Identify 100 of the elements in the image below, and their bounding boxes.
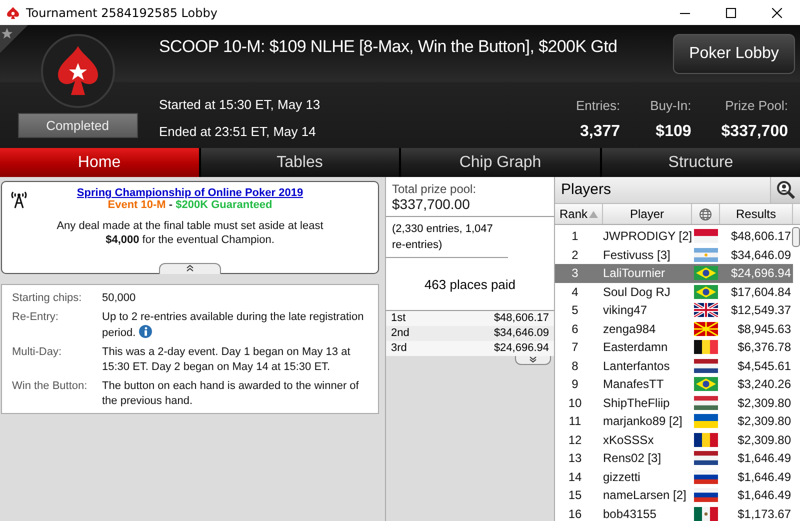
column-header[interactable]: Rank (555, 204, 603, 224)
player-name: marjanko89 [2] (602, 414, 684, 428)
broadcast-tower-icon (10, 189, 28, 209)
spade-logo-icon (40, 33, 116, 109)
stat-value: 3,377 (580, 123, 620, 141)
player-row[interactable]: 4 Soul Dog RJ $17,604.84 (555, 282, 793, 301)
player-row[interactable]: 13 Rens02 [3] $1,646.49 (555, 449, 793, 468)
result-cell-text: $1,173.67 (736, 506, 792, 521)
player-name: Soul Dog RJ (602, 284, 672, 299)
rank-cell-text: 3 (570, 266, 580, 280)
flag-icon (694, 340, 718, 354)
flag-icon (694, 432, 718, 447)
flag-icon (694, 414, 718, 428)
player-name: Rens02 [3] (602, 451, 662, 466)
result-cell-text: $8,945.63 (736, 322, 792, 336)
places-paid: 463 places paid (424, 276, 516, 292)
flag-icon (694, 488, 718, 502)
rank-cell-text: 5 (570, 303, 580, 318)
scrollbar-thumb[interactable] (792, 227, 800, 247)
rank-cell-text: 14 (567, 470, 583, 484)
player-row[interactable]: 12 xKoSSSx $2,309.80 (555, 430, 793, 449)
flag-icon (694, 470, 718, 484)
tab[interactable]: Chip Graph (401, 148, 600, 177)
series-link[interactable]: Spring Championship of Online Poker 2019 (76, 187, 304, 199)
result-cell-text: $2,309.80 (736, 432, 792, 447)
flag-icon (694, 266, 718, 280)
stat-value: $337,700 (721, 123, 788, 141)
close-icon (772, 8, 782, 18)
rank-cell-text: 1 (570, 229, 580, 244)
player-row[interactable]: 15 nameLarsen [2] $1,646.49 (555, 486, 793, 504)
detail-label: Re-Entry: (12, 310, 60, 325)
player-row[interactable]: 5 viking47 $12,549.37 (555, 301, 793, 320)
tab[interactable]: Tables (200, 148, 399, 177)
info-icon[interactable] (138, 325, 152, 338)
flag-icon (694, 451, 718, 466)
column-header[interactable]: Player (603, 204, 692, 224)
result-cell-text: $12,549.37 (730, 303, 792, 318)
player-row[interactable]: 3 LaliTournier $24,696.94 (555, 264, 793, 282)
result-cell-text: $24,696.94 (730, 266, 792, 280)
flag-icon (694, 358, 718, 373)
player-row[interactable]: 7 Easterdamn $6,376.78 (555, 338, 793, 356)
favorite-star-icon[interactable] (0, 25, 28, 53)
rank-cell-text: 2 (570, 248, 580, 262)
prize-pool-amount: $337,700.00 (392, 196, 471, 212)
rank-cell-text: 6 (570, 322, 580, 336)
result-cell-text: $17,604.84 (730, 284, 792, 299)
rank-cell-text: 7 (570, 340, 580, 354)
column-header[interactable]: Results (720, 204, 793, 224)
player-name: bob43155 (602, 506, 658, 521)
player-name: Easterdamn (602, 340, 669, 354)
rank-cell-text: 10 (567, 396, 583, 410)
player-row[interactable]: 1 JWPRODIGY [2] $48,606.17 (555, 227, 793, 246)
prize-pool-label: Total prize pool: (392, 182, 478, 196)
double-chevron-down-icon (528, 356, 538, 363)
player-name: Festivuss [3] (602, 248, 672, 262)
stat-label: Buy-In: (650, 98, 692, 113)
player-row[interactable]: 10 ShipTheFliip $2,309.80 (555, 394, 793, 412)
player-row[interactable]: 8 Lanterfantos $4,545.61 (555, 356, 793, 375)
app-logo-icon (6, 6, 20, 20)
player-row[interactable]: 9 ManafesTT $3,240.26 (555, 375, 793, 394)
rank-cell-text: 9 (570, 377, 580, 392)
expand-tab[interactable] (515, 356, 551, 365)
detail-value: The button on each hand is awarded to the winner of the previous hand. (102, 379, 360, 409)
player-row[interactable]: 6 zenga984 $8,945.63 (555, 320, 793, 338)
payout-amount: $34,646.09 (494, 326, 549, 341)
player-name: Lanterfantos (602, 358, 671, 373)
stat-label: Entries: (576, 98, 620, 113)
player-row[interactable]: 2 Festivuss [3] $34,646.09 (555, 246, 793, 264)
flag-icon (694, 229, 718, 244)
player-name: xKoSSSx (602, 432, 655, 447)
player-name: gizzetti (602, 470, 642, 484)
result-cell-text: $4,545.61 (736, 358, 792, 373)
flag-icon (694, 248, 718, 262)
player-name: ManafesTT (602, 377, 665, 392)
detail-label: Win the Button: (12, 379, 88, 394)
sort-ascending-icon (588, 210, 598, 218)
entries-note: (2,330 entries, 1,047 re-entries) (386, 217, 508, 258)
search-button[interactable] (770, 177, 800, 203)
result-cell-text: $3,240.26 (736, 377, 792, 392)
double-chevron-up-icon (185, 264, 195, 272)
payout-amount: $48,606.17 (494, 311, 549, 326)
rank-cell-text: 15 (567, 488, 583, 502)
detail-value: 50,000 (102, 291, 137, 306)
window-title: Tournament 2584192585 Lobby (26, 6, 218, 20)
poker-lobby-button[interactable]: Poker Lobby (673, 34, 795, 74)
player-row[interactable]: 16 bob43155 $1,173.67 (555, 504, 793, 521)
deal-notice: Any deal made at the final table must set aside at least $4,000 for the eventual Champion. (56, 219, 324, 248)
tab[interactable]: Home (0, 148, 198, 177)
globe-icon (699, 208, 712, 220)
start-time: Started at 15:30 ET, May 13 (159, 97, 320, 112)
tab[interactable]: Structure (602, 148, 800, 177)
collapse-tab[interactable] (159, 263, 221, 274)
player-name: ShipTheFliip (602, 396, 671, 410)
rank-cell-text: 13 (567, 451, 583, 466)
detail-label: Multi-Day: (12, 345, 63, 360)
detail-value: Up to 2 re-entries available during the late registration period. (102, 310, 365, 341)
player-row[interactable]: 14 gizzetti $1,646.49 (555, 468, 793, 486)
rank-cell-text: 11 (568, 414, 582, 428)
flag-icon (694, 303, 718, 318)
player-row[interactable]: 11 marjanko89 [2] $2,309.80 (555, 412, 793, 430)
